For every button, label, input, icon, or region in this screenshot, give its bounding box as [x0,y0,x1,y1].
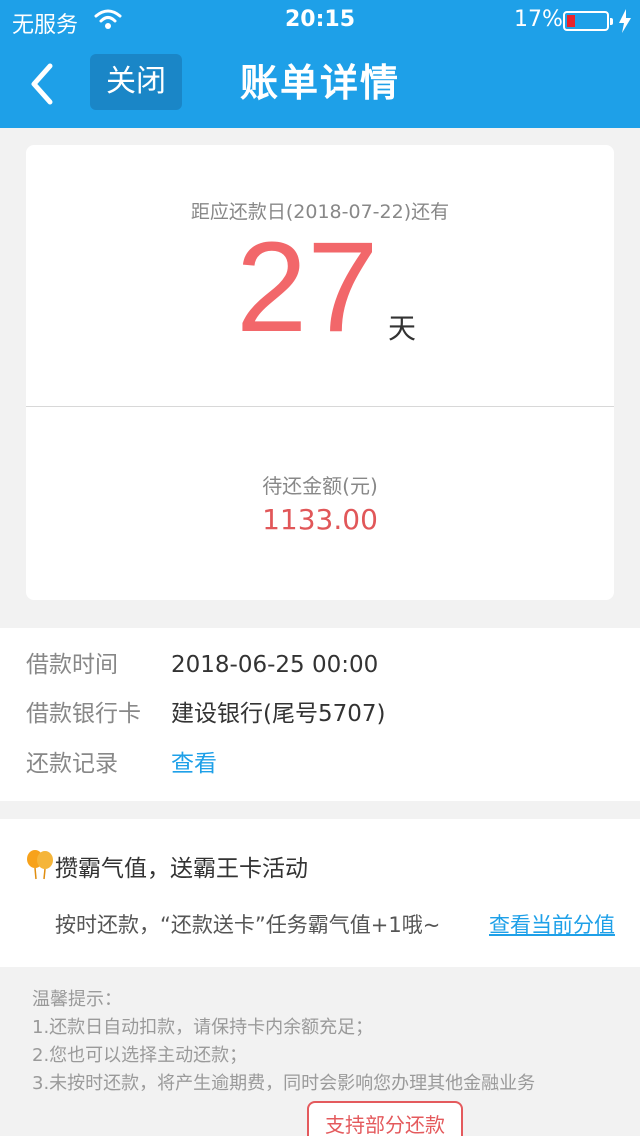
battery-percent: 17% [514,7,563,32]
loan-info-section: 借款时间 2018-06-25 00:00 借款银行卡 建设银行(尾号5707)… [0,628,640,801]
promo-text: 按时还款，“还款送卡”任务霸气值+1哦~ [55,913,441,937]
tip-line: 1.还款日自动扣款，请保持卡内余额充足； [32,1017,374,1038]
partial-repay-button[interactable]: 支持部分还款 [307,1101,463,1136]
bank-card-label: 借款银行卡 [26,701,141,727]
header-bar: 无服务 20:15 17% 关闭 账单详情 [0,0,640,128]
status-bar: 无服务 20:15 17% [0,0,640,40]
promo-title: 攒霸气值，送霸王卡活动 [55,856,308,882]
divider [26,406,614,407]
bank-card-value: 建设银行(尾号5707) [171,701,386,727]
loan-time-value: 2018-06-25 00:00 [171,652,379,678]
charging-bolt-icon [619,9,631,33]
tips-title: 温馨提示： [32,989,122,1010]
tips-section: 温馨提示： 1.还款日自动扣款，请保持卡内余额充足； 2.您也可以选择主动还款；… [32,986,535,1098]
view-score-link[interactable]: 查看当前分值 [489,909,615,939]
amount-value: 1133.00 [262,503,378,536]
battery-icon [563,11,613,31]
days-remaining: 27 [236,216,379,359]
view-repay-record-link[interactable]: 查看 [171,744,217,784]
tip-line: 2.您也可以选择主动还款； [32,1045,248,1066]
promo-section: 攒霸气值，送霸王卡活动 按时还款，“还款送卡”任务霸气值+1哦~ 查看当前分值 [0,819,640,967]
loan-time-label: 借款时间 [26,652,118,678]
tip-line: 3.未按时还款，将产生逾期费，同时会影响您办理其他金融业务 [32,1073,536,1094]
days-unit: 天 [388,312,417,345]
page-title: 账单详情 [239,61,400,105]
repay-record-label: 还款记录 [26,751,118,777]
balloon-icon [27,850,53,880]
bill-summary-card: 距应还款日(2018-07-22)还有 27 天 待还金额(元) 1133.00 [26,145,614,600]
amount-label: 待还金额(元) [262,474,378,498]
